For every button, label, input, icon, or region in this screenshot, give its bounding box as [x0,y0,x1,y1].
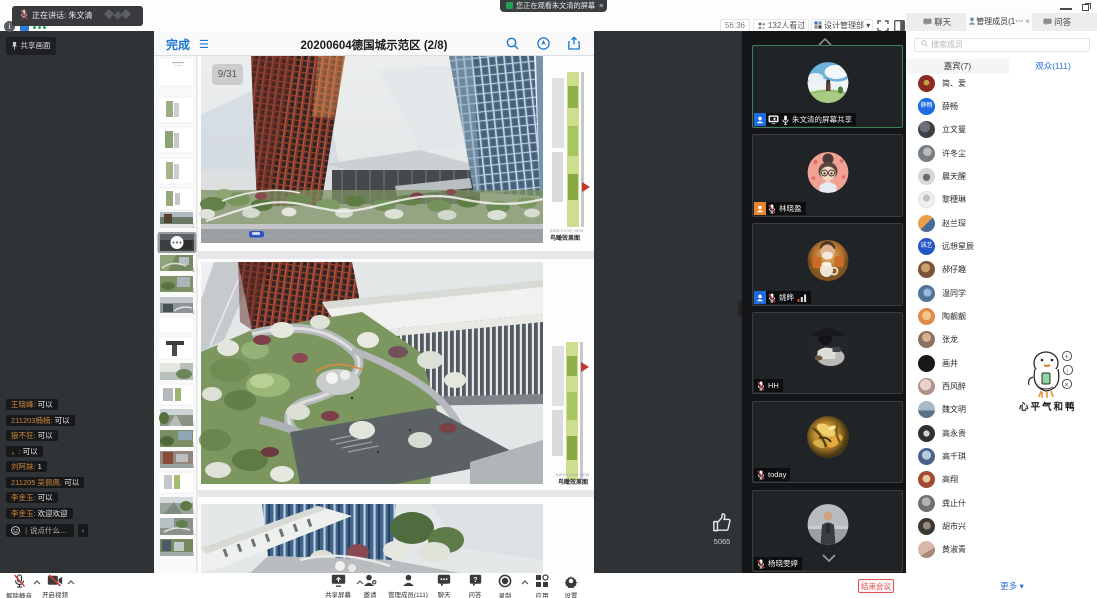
svg-text:鸟瞰效果图: 鸟瞰效果图 [550,234,580,242]
svg-text:BIRD'S EYE VIEW: BIRD'S EYE VIEW [556,472,590,477]
svg-text:1: 1 [192,464,196,470]
svg-text:?: ? [473,577,477,584]
svg-text:心平气和鸭: 心平气和鸭 [1019,401,1077,413]
svg-text:BIRD'S EYE VIEW: BIRD'S EYE VIEW [550,228,584,233]
svg-text:×: × [1065,382,1069,389]
svg-text:1: 1 [192,531,196,537]
svg-text:鸟瞰效果图: 鸟瞰效果图 [558,478,588,486]
svg-text:1: 1 [192,224,196,230]
svg-text:1: 1 [192,268,196,274]
svg-text:1: 1 [192,310,196,316]
svg-text:1: 1 [192,510,196,516]
svg-text:i: i [1067,369,1068,375]
svg-text:+: + [1065,354,1069,361]
svg-text:1: 1 [192,422,196,428]
svg-text:1: 1 [192,443,196,449]
svg-text:1: 1 [192,289,196,295]
svg-text:1: 1 [192,552,196,558]
